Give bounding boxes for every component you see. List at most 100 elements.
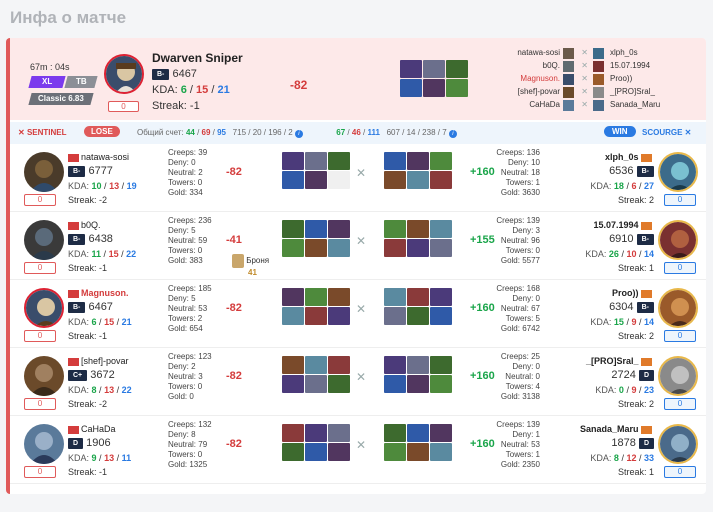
item-icon [328, 424, 350, 442]
player-name[interactable]: [shef]-povar [68, 356, 129, 366]
sentinel-hero-avatar[interactable] [24, 356, 64, 396]
rank-badge: B- [68, 301, 86, 313]
player-zero-box: 0 [24, 398, 56, 410]
mmr-diff: -82 [290, 78, 308, 92]
player-mmr: 6304 B- [609, 301, 654, 313]
hero-portrait-icon [26, 290, 62, 326]
versus-icon: ✕ [356, 302, 367, 316]
mmr-diff: +160 [470, 302, 495, 314]
player-stats: Creeps: 136 Deny: 10 Neutral: 18 Towers:… [496, 148, 540, 197]
mmr-diff: -82 [226, 302, 242, 314]
mmr-diff: +160 [470, 438, 495, 450]
scourge-hero-avatar[interactable] [658, 356, 698, 396]
item-icon [328, 375, 350, 393]
item-icon [400, 79, 422, 97]
player-name[interactable]: 15.07.1994 [593, 220, 654, 230]
item-icon [384, 307, 406, 325]
info-icon[interactable]: i [448, 130, 457, 138]
scourge-hero-avatar[interactable] [658, 220, 698, 260]
player-row: 0 [shef]-povar C+ 3672 KDA: 8 / 13 / 22 … [10, 350, 706, 416]
item-icon [328, 152, 350, 170]
player-mmr: 2724 D [611, 369, 654, 381]
player-zero-box: 0 [664, 398, 696, 410]
player-name[interactable]: xlph_0s [605, 152, 654, 162]
versus-icon: ✕ [356, 166, 367, 180]
scourge-hero-avatar[interactable] [658, 424, 698, 464]
info-icon[interactable]: i [294, 130, 303, 138]
item-icon [305, 356, 327, 374]
hero-portrait-icon [24, 152, 64, 192]
scourge-items [384, 152, 454, 190]
rank-badge: B- [636, 301, 654, 313]
win-badge: WIN [604, 126, 636, 137]
item-icon [430, 307, 452, 325]
item-icon [282, 239, 304, 257]
item-icon [282, 356, 304, 374]
player-mmr: B- 6777 [68, 165, 113, 177]
item-icon [282, 152, 304, 170]
player-name[interactable]: CaHaDa [68, 424, 116, 434]
item-icon [400, 60, 422, 78]
player-streak: Streak: 2 [617, 399, 654, 409]
player-mmr: B- 6467 [68, 301, 113, 313]
item-icon [430, 443, 452, 461]
player-kda: KDA: 15 / 9 / 14 [590, 317, 654, 327]
player-zero-box: 0 [24, 330, 56, 342]
player-zero-box: 0 [24, 262, 56, 274]
rank-badge: D [68, 437, 84, 449]
item-icon [446, 79, 468, 97]
player-name[interactable]: Magnuson. [68, 288, 129, 298]
scourge-hero-avatar[interactable] [658, 288, 698, 328]
player-zero-box: 0 [24, 194, 56, 206]
vs-pair[interactable]: b0Q. ✕ 15.07.1994 [480, 61, 670, 72]
player-mmr: C+ 3672 [68, 369, 115, 381]
versus-icon: ✕ [356, 438, 367, 452]
player-name[interactable]: natawa-sosi [68, 152, 129, 162]
kda-line: KDA: 6 / 15 / 21 [152, 84, 230, 96]
player-row: 0 natawa-sosi B- 6777 KDA: 10 / 13 / 19 … [10, 146, 706, 212]
vs-pair[interactable]: natawa-sosi ✕ xlph_0s [480, 48, 670, 59]
player-kda: KDA: 0 / 9 / 23 [595, 385, 654, 395]
versus-icon: ✕ [356, 370, 367, 384]
hero-items [400, 60, 472, 98]
player-name[interactable]: _[PRO]Sral_ [586, 356, 654, 366]
hero-portrait-icon [24, 424, 64, 464]
player-streak: Streak: -2 [68, 399, 108, 409]
player-name[interactable]: Sanada_Maru [580, 424, 654, 434]
mmr-diff: -41 [226, 234, 242, 246]
player-mmr: 1878 D [611, 437, 654, 449]
hero-avatar [104, 54, 144, 94]
player-stats: Creeps: 25 Deny: 0 Neutral: 0 Towers: 4 … [500, 352, 540, 401]
player-mmr: B- 6438 [68, 233, 113, 245]
item-icon [430, 288, 452, 306]
item-icon [328, 239, 350, 257]
vs-pair[interactable]: [shef]-povar ✕ _[PRO]Sral_ [480, 87, 670, 98]
item-icon [305, 239, 327, 257]
item-icon [384, 288, 406, 306]
mmr-diff: +160 [470, 370, 495, 382]
player-streak: Streak: -1 [68, 467, 108, 477]
item-icon [282, 307, 304, 325]
vs-pair[interactable]: Magnuson. ✕ Proo)) [480, 74, 670, 85]
sentinel-hero-avatar[interactable] [24, 288, 64, 328]
item-icon [305, 220, 327, 238]
player-kda: KDA: 11 / 15 / 22 [68, 249, 137, 259]
sentinel-hero-avatar[interactable] [24, 424, 64, 464]
player-name[interactable]: Proo)) [612, 288, 654, 298]
flag-icon [641, 221, 652, 230]
player-name[interactable]: b0Q. [68, 220, 101, 230]
item-icon [328, 220, 350, 238]
sentinel-items [282, 288, 352, 326]
item-icon [328, 307, 350, 325]
sentinel-hero-avatar[interactable] [24, 152, 64, 192]
player-zero-box: 0 [664, 194, 696, 206]
scourge-hero-avatar[interactable] [658, 152, 698, 192]
flag-icon [68, 289, 79, 298]
item-icon [430, 171, 452, 189]
sentinel-hero-avatar[interactable] [24, 220, 64, 260]
player-stats: Creeps: 168 Deny: 0 Neutral: 67 Towers: … [496, 284, 540, 333]
scourge-label: SCOURGE ✕ [642, 128, 692, 137]
vs-pair[interactable]: CaHaDa ✕ Sanada_Maru [480, 100, 670, 111]
player-mmr: 6910 B- [609, 233, 654, 245]
item-icon [407, 443, 429, 461]
